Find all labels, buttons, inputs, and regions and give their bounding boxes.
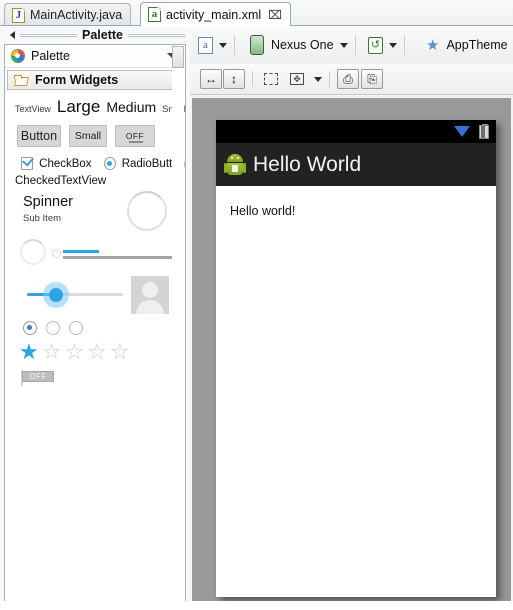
radiobutton-icon[interactable] — [103, 157, 116, 170]
palette-pane-title: Palette — [82, 28, 123, 42]
radiogroup-option-3[interactable] — [69, 321, 83, 335]
close-icon[interactable]: ⌧ — [268, 9, 282, 21]
toolbar-separator — [354, 35, 356, 55]
show-outlines-button[interactable] — [260, 69, 282, 89]
radiogroup-option-1[interactable] — [23, 321, 37, 335]
palette-row-switch: OFF — [5, 363, 185, 386]
config-chevron-down-icon[interactable] — [219, 42, 227, 48]
palette-pane-header: Palette — [0, 26, 190, 44]
export-button[interactable]: ⎘ — [361, 69, 383, 89]
palette-row-textviews: TextView Large Medium Small — [5, 94, 186, 119]
layout-editor-toolbar: Nexus One ↺ ★ AppTheme — [190, 26, 513, 65]
palette-group-form-widgets[interactable]: Form Widgets — [7, 70, 183, 90]
zoom-to-fit-button[interactable]: ✥ — [286, 69, 308, 89]
star-empty-icon[interactable]: ☆ — [64, 341, 84, 363]
palette-scrollbar-thumb[interactable] — [172, 46, 184, 68]
palette-pane: Palette Palette Form Widgets TextView La… — [0, 26, 190, 610]
progressbar-track-icon[interactable] — [63, 256, 175, 259]
tab-mainactivity-java[interactable]: J MainActivity.java — [4, 3, 132, 26]
refresh-orientation-icon[interactable]: ↺ — [368, 36, 383, 54]
star-empty-icon[interactable]: ☆ — [110, 341, 130, 363]
device-app-bar: Hello World — [216, 143, 496, 186]
xml-file-icon: a — [148, 7, 161, 22]
theme-label[interactable]: AppTheme — [446, 38, 507, 52]
widget-checkedtextview[interactable]: CheckedTextView — [5, 172, 185, 189]
widget-spinner-subtitle[interactable]: Sub Item — [23, 213, 61, 224]
window-bottom-edge — [0, 601, 513, 610]
toolbar-divider-highlight — [190, 96, 513, 97]
zoom-chevron-down-icon[interactable] — [314, 76, 322, 82]
palette-items: TextView Large Medium Small Button Small… — [5, 90, 186, 386]
widget-medium-text[interactable]: Medium — [106, 99, 156, 115]
open-folder-icon — [14, 74, 29, 86]
editor-tab-strip: J MainActivity.java a activity_main.xml … — [0, 0, 513, 27]
seekbar-thumb[interactable] — [49, 288, 63, 302]
quickcontactbadge-icon[interactable] — [131, 276, 169, 314]
header-rule-left — [20, 33, 77, 37]
device-preview[interactable]: Hello World Hello world! — [216, 120, 496, 597]
ide-window: J MainActivity.java a activity_main.xml … — [0, 0, 513, 610]
palette-selector-label: Palette — [31, 49, 70, 63]
progressbar-small-icon[interactable] — [20, 239, 46, 265]
distribute-button[interactable]: ⎙ — [337, 69, 359, 89]
progressbar-large-icon[interactable] — [127, 191, 167, 231]
widget-button[interactable]: Button — [17, 125, 61, 147]
palette-row-seekbar — [5, 275, 185, 317]
battery-icon — [479, 124, 489, 139]
palette-scrollbar[interactable] — [172, 46, 184, 606]
star-empty-icon[interactable]: ☆ — [42, 341, 62, 363]
toolbar-separator — [252, 71, 253, 87]
tab-activity-main-xml[interactable]: a activity_main.xml ⌧ — [140, 2, 291, 27]
layout-editor-toolbar-secondary: ↔ ↕ ✥ ⎙ ⎘ — [190, 64, 513, 94]
palette-selector[interactable]: Palette — [5, 45, 185, 68]
widget-spinner-title[interactable]: Spinner — [23, 194, 73, 210]
device-app-title: Hello World — [253, 152, 362, 176]
toolbar-separator — [234, 35, 235, 55]
star-empty-icon[interactable]: ☆ — [87, 341, 107, 363]
palette-color-wheel-icon — [11, 49, 25, 63]
toolbar-separator — [329, 71, 330, 87]
widget-small-button[interactable]: Small — [69, 125, 107, 147]
star-filled-icon[interactable]: ★ — [19, 341, 39, 363]
match-width-button[interactable]: ↔ — [200, 69, 222, 89]
device-icon[interactable] — [250, 35, 264, 55]
palette-row-radiogroup — [5, 317, 185, 335]
wifi-signal-icon — [454, 126, 470, 137]
device-status-bar — [216, 120, 496, 143]
toolbar-separator — [404, 35, 405, 55]
tab-label: MainActivity.java — [30, 8, 123, 22]
orientation-chevron-down-icon[interactable] — [389, 42, 397, 48]
progressbar-tiny-icon[interactable] — [52, 249, 61, 258]
palette-row-progressbars — [5, 235, 185, 275]
palette-row-checkbox-radio: CheckBox RadioButton — [5, 151, 185, 172]
header-rule-right — [128, 33, 185, 37]
device-label[interactable]: Nexus One — [271, 38, 334, 52]
widget-large-text[interactable]: Large — [57, 97, 100, 117]
device-content-area[interactable]: Hello world! — [216, 186, 496, 597]
widget-toggle-button[interactable]: OFF — [115, 125, 155, 147]
toolbar-divider — [190, 94, 513, 95]
switch-knob-label: OFF — [22, 371, 54, 382]
java-file-icon: J — [12, 7, 25, 23]
hello-world-textview[interactable]: Hello world! — [230, 204, 295, 218]
progressbar-horizontal-icon[interactable] — [63, 250, 99, 253]
palette-row-buttons: Button Small OFF — [5, 119, 185, 151]
android-robot-icon — [224, 153, 246, 176]
seekbar-track — [62, 293, 123, 296]
star-theme-icon[interactable]: ★ — [426, 38, 439, 53]
tab-label: activity_main.xml — [166, 7, 262, 22]
device-chevron-down-icon[interactable] — [339, 42, 348, 48]
match-height-button[interactable]: ↕ — [223, 69, 245, 89]
palette-group-label: Form Widgets — [35, 73, 119, 87]
palette-box: Palette Form Widgets TextView Large Medi… — [4, 44, 186, 606]
collapse-left-arrow-icon[interactable] — [10, 31, 15, 39]
checkbox-icon[interactable] — [21, 157, 34, 170]
palette-row-ratingbar: ★ ☆ ☆ ☆ ☆ — [5, 335, 185, 363]
widget-checkbox-label[interactable]: CheckBox — [39, 158, 91, 170]
radiogroup-option-2[interactable] — [46, 321, 60, 335]
widget-textview[interactable]: TextView — [15, 104, 51, 114]
palette-row-spinner: Spinner Sub Item — [5, 189, 185, 235]
xml-config-icon[interactable] — [198, 36, 213, 54]
widget-switch[interactable]: OFF — [21, 370, 54, 386]
